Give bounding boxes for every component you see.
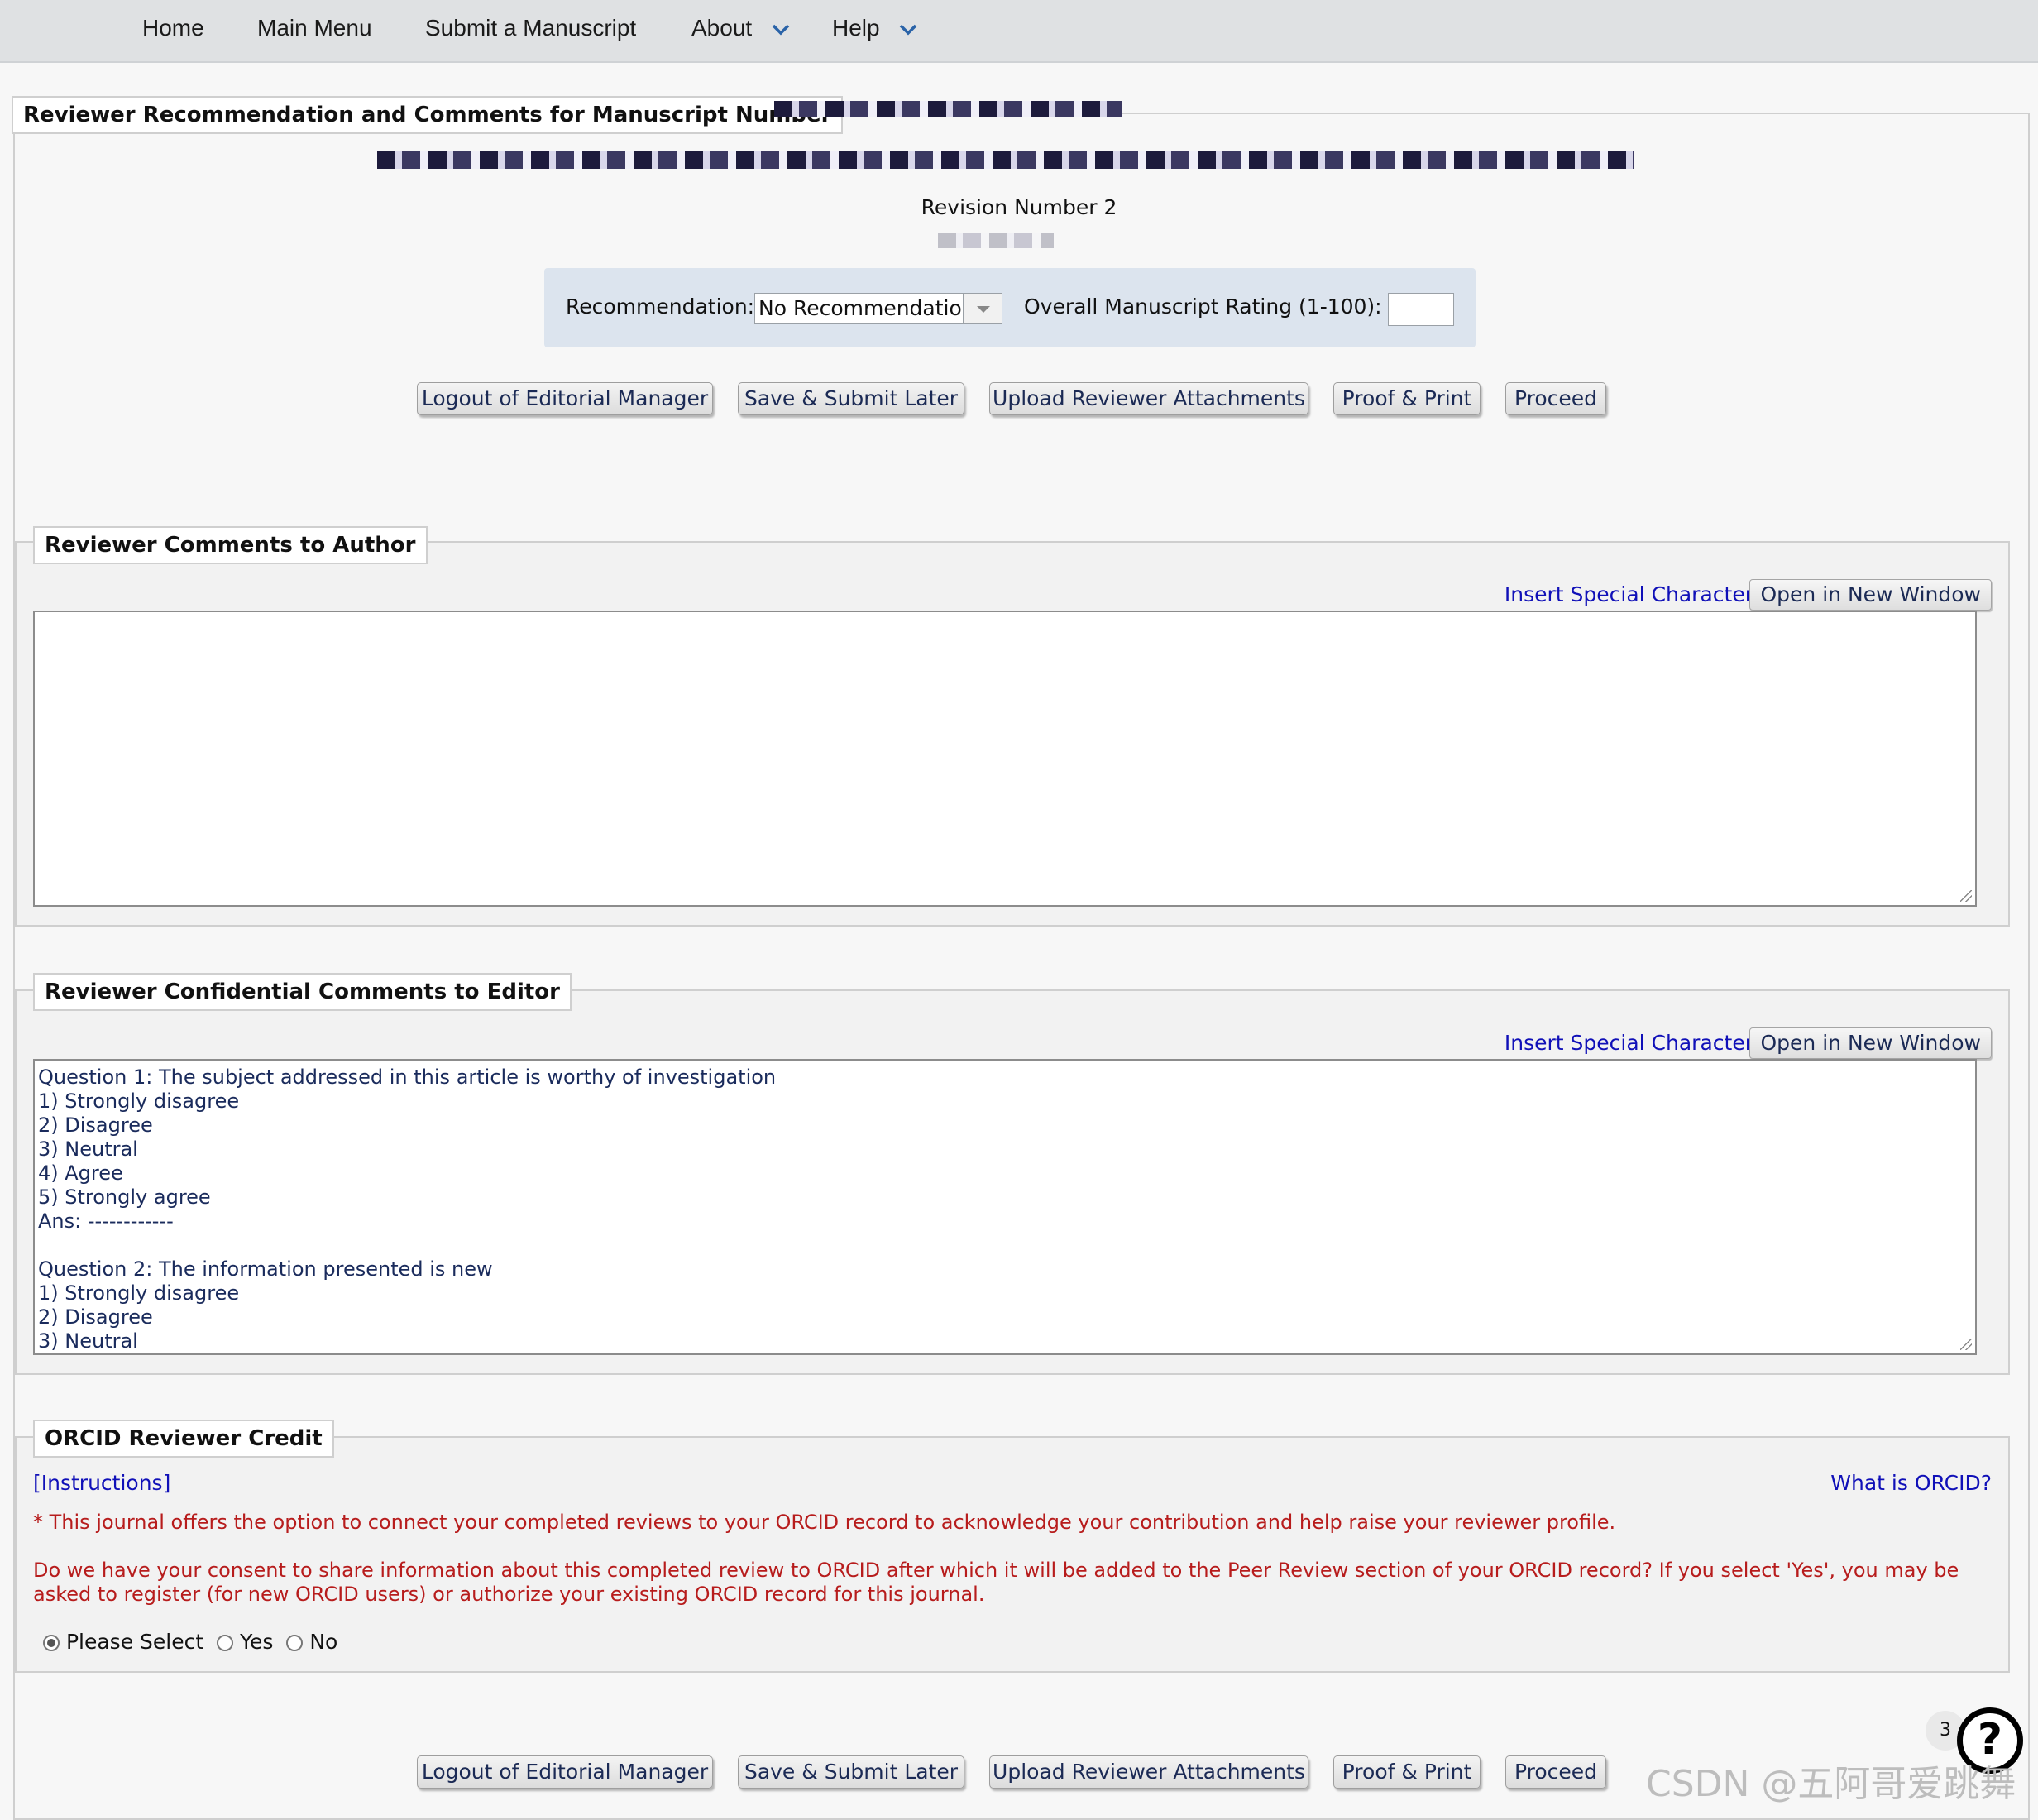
- insert-special-character-link[interactable]: Insert Special Character: [1505, 1031, 1753, 1055]
- editor-comments-text: Question 1: The subject addressed in thi…: [38, 1066, 776, 1353]
- top-nav-bar: Home Main Menu Submit a Manuscript About…: [0, 0, 2038, 63]
- editor-comment-line: 4) Agree: [38, 1161, 123, 1185]
- orcid-title: ORCID Reviewer Credit: [33, 1420, 334, 1458]
- proof-print-button[interactable]: Proof & Print: [1333, 382, 1481, 415]
- upload-attachments-button[interactable]: Upload Reviewer Attachments: [989, 382, 1308, 415]
- nav-home[interactable]: Home: [142, 15, 204, 41]
- editor-comment-line: Question 2: The information presented is…: [38, 1257, 493, 1281]
- redacted-manuscript-number: [774, 101, 1122, 117]
- editor-comments-title: Reviewer Confidential Comments to Editor: [33, 973, 572, 1011]
- redacted-manuscript-title: [377, 151, 1634, 169]
- rating-label: Overall Manuscript Rating (1-100):: [1024, 295, 1382, 318]
- editor-comment-line: [38, 1233, 776, 1257]
- orcid-instructions-link[interactable]: [Instructions]: [33, 1471, 170, 1495]
- radio-yes[interactable]: [217, 1635, 234, 1651]
- open-new-window-button[interactable]: Open in New Window: [1749, 1027, 1992, 1059]
- recommendation-box: Recommendation: No Recommendation Overal…: [544, 268, 1476, 347]
- orcid-note: * This journal offers the option to conn…: [33, 1511, 1616, 1534]
- nav-submit-manuscript[interactable]: Submit a Manuscript: [425, 15, 636, 41]
- radio-yes-label: Yes: [240, 1630, 274, 1654]
- dropdown-arrow-icon: [963, 294, 1002, 323]
- editor-comments-textarea[interactable]: Question 1: The subject addressed in thi…: [33, 1059, 1977, 1355]
- editor-comment-line: 1) Strongly disagree: [38, 1281, 240, 1305]
- radio-no[interactable]: [286, 1635, 304, 1651]
- proof-print-button-bottom[interactable]: Proof & Print: [1333, 1755, 1481, 1789]
- logout-button[interactable]: Logout of Editorial Manager: [417, 382, 713, 415]
- nav-help[interactable]: Help: [832, 15, 917, 41]
- editor-comment-line: Question 1: The subject addressed in thi…: [38, 1066, 777, 1089]
- recommendation-label: Recommendation:: [566, 295, 755, 318]
- editor-comment-line: 2) Disagree: [38, 1114, 153, 1137]
- radio-please-select-label: Please Select: [65, 1630, 204, 1654]
- orcid-consent-line-2: asked to register (for new ORCID users) …: [33, 1583, 985, 1606]
- nav-help-label: Help: [832, 15, 880, 41]
- chevron-down-icon: [900, 24, 917, 36]
- recommendation-selected-value: No Recommendation: [758, 296, 975, 320]
- editor-comment-line: 5) Strongly agree: [38, 1185, 211, 1209]
- editor-comment-line: 1) Strongly disagree: [38, 1090, 240, 1113]
- nav-about[interactable]: About: [691, 15, 790, 41]
- resize-handle-icon[interactable]: [1960, 890, 1972, 902]
- nav-main-menu[interactable]: Main Menu: [257, 15, 372, 41]
- radio-no-label: No: [309, 1630, 338, 1654]
- page-title: Reviewer Recommendation and Comments for…: [12, 96, 844, 134]
- chevron-down-icon: [772, 24, 790, 36]
- redacted-subtitle: [938, 233, 1054, 248]
- radio-please-select[interactable]: [43, 1635, 60, 1651]
- what-is-orcid-link[interactable]: What is ORCID?: [1830, 1471, 1992, 1495]
- upload-attachments-button-bottom[interactable]: Upload Reviewer Attachments: [989, 1755, 1308, 1789]
- proceed-button[interactable]: Proceed: [1505, 382, 1606, 415]
- save-submit-later-button[interactable]: Save & Submit Later: [738, 382, 964, 415]
- editor-comments-section: Insert Special Character Open in New Win…: [15, 989, 2010, 1375]
- insert-special-character-link[interactable]: Insert Special Character: [1505, 582, 1753, 606]
- editor-comment-line: 2) Disagree: [38, 1305, 153, 1329]
- orcid-consent-line-1: Do we have your consent to share informa…: [33, 1559, 1959, 1582]
- editor-comment-line: Ans: ------------: [38, 1209, 174, 1233]
- author-comments-title: Reviewer Comments to Author: [33, 526, 428, 564]
- author-comments-section: Insert Special Character Open in New Win…: [15, 541, 2010, 927]
- editor-comment-line: 3) Neutral: [38, 1329, 138, 1353]
- revision-number: Revision Number 2: [921, 195, 1117, 219]
- rating-input[interactable]: [1388, 293, 1454, 326]
- editor-comment-line: 3) Neutral: [38, 1138, 138, 1161]
- nav-about-label: About: [691, 15, 753, 41]
- orcid-consent-radio-group: Please Select Yes No: [43, 1630, 337, 1654]
- proceed-button-bottom[interactable]: Proceed: [1505, 1755, 1606, 1789]
- open-new-window-button[interactable]: Open in New Window: [1749, 579, 1992, 611]
- resize-handle-icon[interactable]: [1960, 1339, 1972, 1350]
- watermark: CSDN @五阿哥爱跳舞: [1646, 1763, 2016, 1805]
- recommendation-select[interactable]: No Recommendation: [754, 293, 1002, 324]
- save-submit-later-button-bottom[interactable]: Save & Submit Later: [738, 1755, 964, 1789]
- orcid-section: [Instructions] What is ORCID? * This jou…: [15, 1436, 2010, 1673]
- logout-button-bottom[interactable]: Logout of Editorial Manager: [417, 1755, 713, 1789]
- author-comments-textarea[interactable]: [33, 611, 1977, 907]
